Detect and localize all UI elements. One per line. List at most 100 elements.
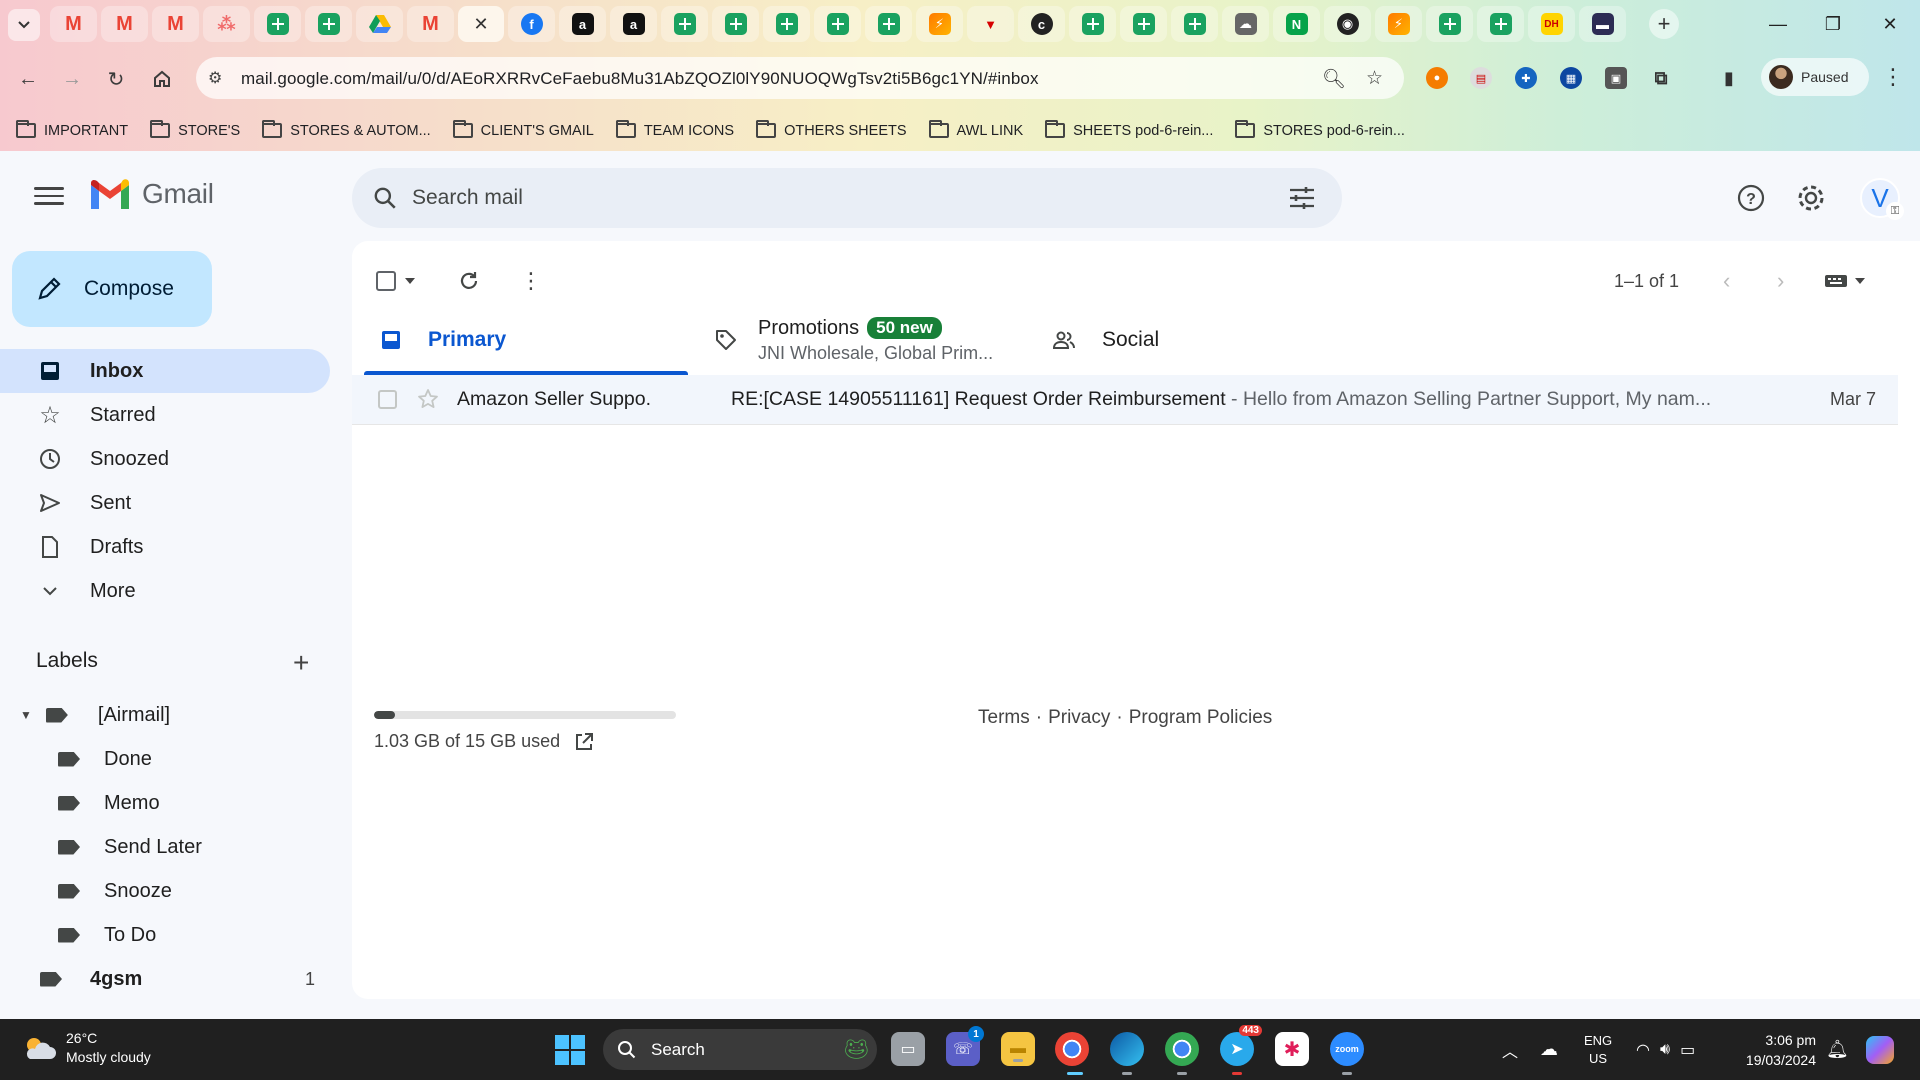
browser-tab[interactable] (1069, 6, 1116, 42)
restore-button[interactable]: ❐ (1809, 8, 1857, 40)
extension-tab-icon[interactable]: ▤ (1470, 67, 1492, 89)
tab-search-button[interactable] (8, 9, 40, 41)
caret-down-icon[interactable]: ▼ (20, 708, 32, 722)
bookmark-folder[interactable]: TEAM ICONS (615, 120, 734, 139)
minimize-button[interactable]: — (1754, 8, 1802, 40)
sidebar-item-drafts[interactable]: Drafts (0, 525, 330, 569)
search-icon[interactable] (372, 185, 398, 211)
chrome-profile-button[interactable] (1165, 1032, 1199, 1075)
main-menu-button[interactable] (34, 181, 64, 211)
address-bar[interactable]: ⚙ mail.google.com/mail/u/0/d/AEoRXRRvCeF… (196, 57, 1404, 99)
select-all-control[interactable] (376, 261, 416, 301)
older-button[interactable]: › (1777, 261, 1784, 301)
browser-tab[interactable]: a (559, 6, 606, 42)
start-button[interactable] (555, 1035, 585, 1065)
settings-button[interactable] (1791, 178, 1831, 218)
browser-tab[interactable]: c (1018, 6, 1065, 42)
edge-button[interactable] (1110, 1032, 1144, 1075)
language-indicator[interactable]: ENG US (1584, 1019, 1612, 1080)
browser-tab[interactable]: ⁂ (203, 6, 250, 42)
label-send-later[interactable]: Send Later (58, 829, 202, 865)
tab-promotions[interactable]: Promotions 50 new JNI Wholesale, Global … (688, 305, 1036, 375)
taskbar-search[interactable]: Search 🐸︎ (603, 1029, 877, 1070)
browser-tab[interactable] (1477, 6, 1524, 42)
bookmark-folder[interactable]: OTHERS SHEETS (756, 120, 907, 139)
bookmark-folder[interactable]: AWL LINK (928, 120, 1023, 139)
slack-button[interactable]: ✱ (1275, 1032, 1309, 1066)
browser-tab[interactable] (661, 6, 708, 42)
sidebar-item-more[interactable]: More (0, 569, 330, 613)
browser-tab[interactable] (254, 6, 301, 42)
label-to-do[interactable]: To Do (58, 917, 156, 953)
browser-tab[interactable] (712, 6, 759, 42)
bookmark-folder[interactable]: IMPORTANT (16, 120, 128, 139)
browser-menu-icon[interactable]: ⋮ (1882, 64, 1904, 90)
browser-tab[interactable]: M (407, 6, 454, 42)
tab-primary[interactable]: Primary (364, 305, 688, 375)
profile-button[interactable]: Paused (1761, 58, 1869, 96)
zoom-icon[interactable]: 🔍︎ (1322, 67, 1346, 91)
extension-grid-icon[interactable]: ▦ (1560, 67, 1582, 89)
refresh-button[interactable] (458, 261, 480, 301)
account-avatar[interactable]: V ⚿ (1860, 178, 1904, 220)
browser-tab[interactable]: N (1273, 6, 1320, 42)
browser-tab[interactable]: DH (1528, 6, 1575, 42)
browser-tab[interactable]: M (152, 6, 199, 42)
quick-settings[interactable]: ◠ 🔊︎ ▭ (1636, 1019, 1695, 1080)
search-options-icon[interactable] (1288, 185, 1316, 211)
bookmark-folder[interactable]: STORES pod-6-rein... (1235, 120, 1405, 139)
browser-tab[interactable] (1171, 6, 1218, 42)
terms-link[interactable]: Terms (978, 707, 1030, 729)
browser-tab[interactable]: a (610, 6, 657, 42)
caret-down-icon[interactable] (404, 277, 416, 285)
browser-tab[interactable]: ▬ (1579, 6, 1626, 42)
teams-button[interactable]: ☏ 1 (946, 1026, 984, 1066)
label-snooze[interactable]: Snooze (58, 873, 172, 909)
label-done[interactable]: Done (58, 741, 152, 777)
label-airmail[interactable]: ▼ [Airmail] (20, 697, 170, 733)
bookmark-star-icon[interactable]: ☆ (1366, 67, 1383, 90)
bookmark-folder[interactable]: CLIENT'S GMAIL (452, 120, 594, 139)
reload-button[interactable]: ↻ (100, 63, 132, 95)
close-window-button[interactable]: ✕ (1866, 8, 1914, 40)
input-tools-button[interactable] (1824, 261, 1866, 301)
sidebar-item-snoozed[interactable]: Snoozed (0, 437, 330, 481)
home-button[interactable] (146, 63, 178, 95)
browser-tab[interactable]: M (50, 6, 97, 42)
browser-tab[interactable]: ☁ (1222, 6, 1269, 42)
show-hidden-icons[interactable]: ︿ (1502, 1019, 1518, 1080)
telegram-button[interactable]: ➤ 443 (1220, 1025, 1262, 1075)
browser-tab[interactable]: ⚡ (1375, 6, 1422, 42)
browser-tab[interactable] (865, 6, 912, 42)
label-memo[interactable]: Memo (58, 785, 160, 821)
privacy-link[interactable]: Privacy (1048, 707, 1110, 729)
browser-tab[interactable]: M (101, 6, 148, 42)
browser-tab[interactable]: ▼ (967, 6, 1014, 42)
browser-tab[interactable]: ◉ (1324, 6, 1371, 42)
star-toggle[interactable] (416, 387, 440, 417)
browser-tab[interactable] (763, 6, 810, 42)
search-input[interactable] (412, 168, 1212, 228)
browser-tab[interactable] (305, 6, 352, 42)
task-view-button[interactable]: ▭ (891, 1032, 925, 1066)
program-policies-link[interactable]: Program Policies (1129, 707, 1273, 729)
label-4gsm[interactable]: 4gsm 1 (40, 961, 340, 997)
support-button[interactable]: ? (1731, 178, 1771, 218)
bookmark-folder[interactable]: STORE'S (150, 120, 240, 139)
browser-tab[interactable]: f (508, 6, 555, 42)
extensions-puzzle-icon[interactable]: ⧉ (1650, 67, 1672, 89)
bookmark-folder[interactable]: STORES & AUTOM... (262, 120, 431, 139)
browser-tab-active[interactable]: ✕ (458, 6, 504, 42)
open-in-new-icon[interactable] (574, 732, 594, 752)
browser-tab[interactable] (1120, 6, 1167, 42)
extension-orange-icon[interactable]: ● (1426, 67, 1448, 89)
side-panel-icon[interactable]: ▮ (1718, 67, 1740, 89)
close-icon[interactable]: ✕ (473, 14, 488, 35)
onedrive-tray[interactable]: ☁ (1540, 1019, 1558, 1080)
sidebar-item-starred[interactable]: ☆ Starred (0, 393, 330, 437)
zoom-button[interactable]: zoom (1330, 1032, 1364, 1075)
compose-button[interactable]: Compose (12, 251, 212, 327)
back-button[interactable]: ← (12, 63, 44, 95)
newer-button[interactable]: ‹ (1723, 261, 1730, 301)
browser-tab[interactable] (814, 6, 861, 42)
